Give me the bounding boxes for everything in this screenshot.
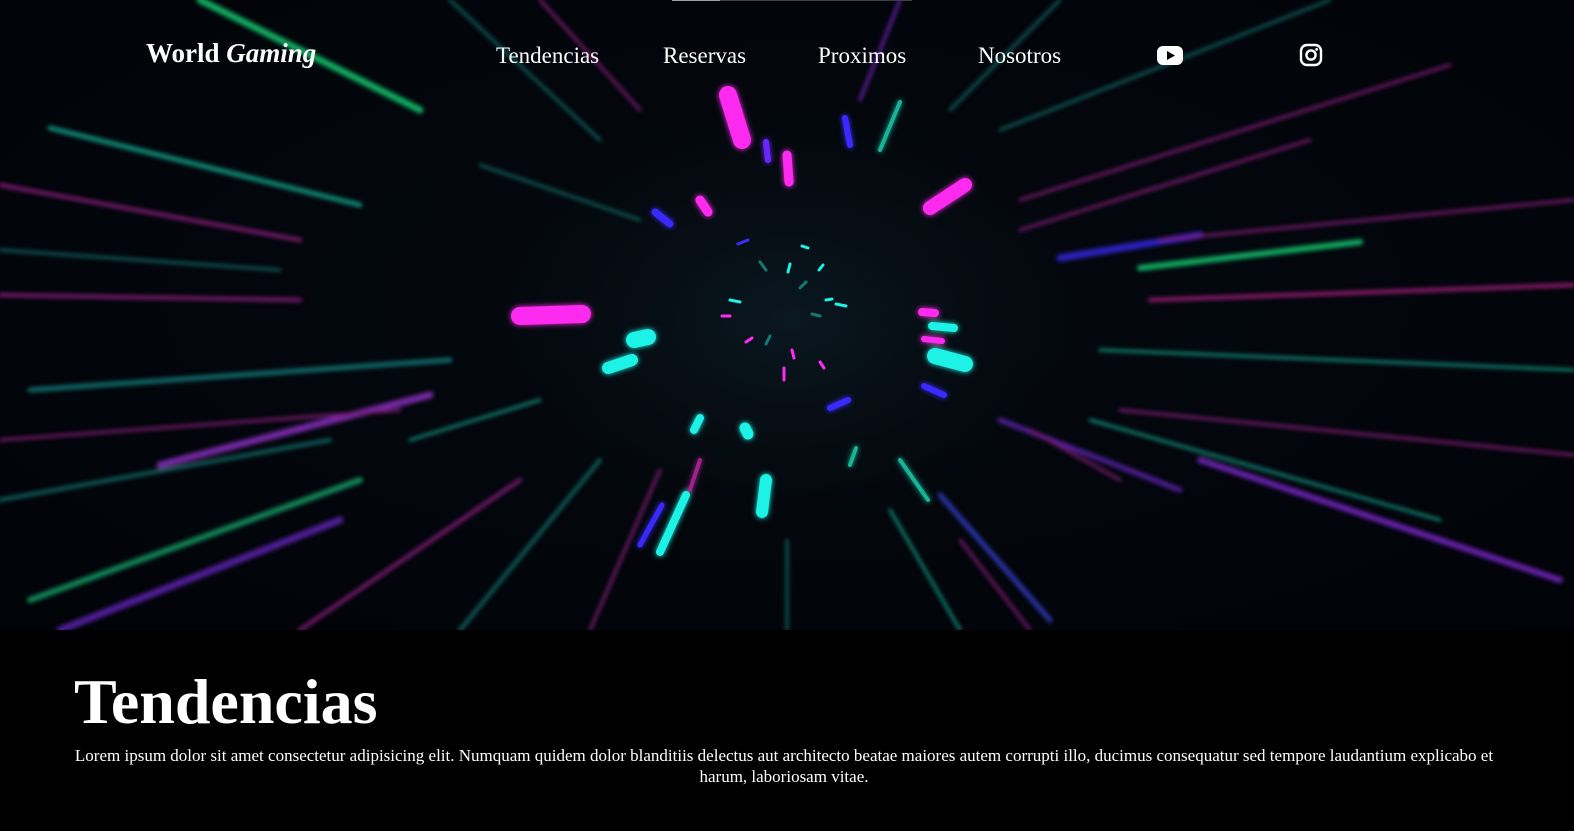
brand-logo[interactable]: World Gaming (146, 38, 316, 69)
brand-part-1: World (146, 38, 220, 68)
section-description: Lorem ipsum dolor sit amet consectetur a… (74, 746, 1494, 786)
nav-link-tendencias[interactable]: Tendencias (496, 43, 599, 69)
nav-link-reservas[interactable]: Reservas (663, 43, 746, 69)
youtube-icon[interactable] (1156, 42, 1184, 70)
instagram-icon[interactable] (1298, 42, 1326, 70)
navbar: World Gaming Tendencias Reservas Proximo… (0, 0, 1574, 112)
brand-part-2: Gaming (226, 38, 317, 68)
trends-section: Tendencias Lorem ipsum dolor sit amet co… (0, 630, 1574, 831)
hero-banner: World Gaming Tendencias Reservas Proximo… (0, 0, 1574, 630)
section-title: Tendencias (74, 666, 378, 737)
nav-link-nosotros[interactable]: Nosotros (978, 43, 1061, 69)
nav-link-proximos[interactable]: Proximos (818, 43, 906, 69)
